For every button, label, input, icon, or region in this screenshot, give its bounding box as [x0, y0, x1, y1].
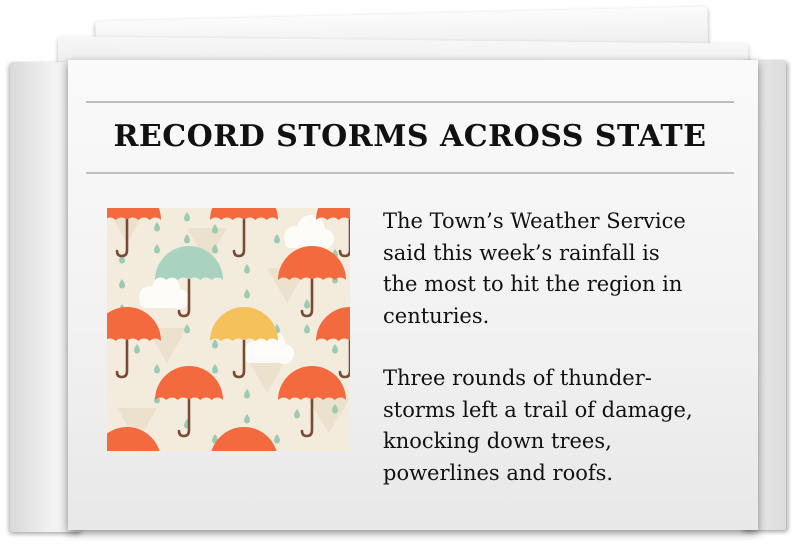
article-paragraph-1: The Town’s Weather Service said this wee…: [383, 209, 686, 328]
headline-top-rule: [86, 101, 734, 103]
umbrella-illustration: [107, 208, 350, 451]
umbrella-pattern-image: [107, 208, 350, 451]
article-paragraph-2: Three rounds of thunder- storms left a t…: [383, 366, 693, 485]
headline: RECORD STORMS ACROSS STATE: [113, 119, 707, 154]
article-body: The Town’s Weather Service said this wee…: [383, 206, 748, 489]
headline-bottom-rule: [86, 172, 734, 174]
